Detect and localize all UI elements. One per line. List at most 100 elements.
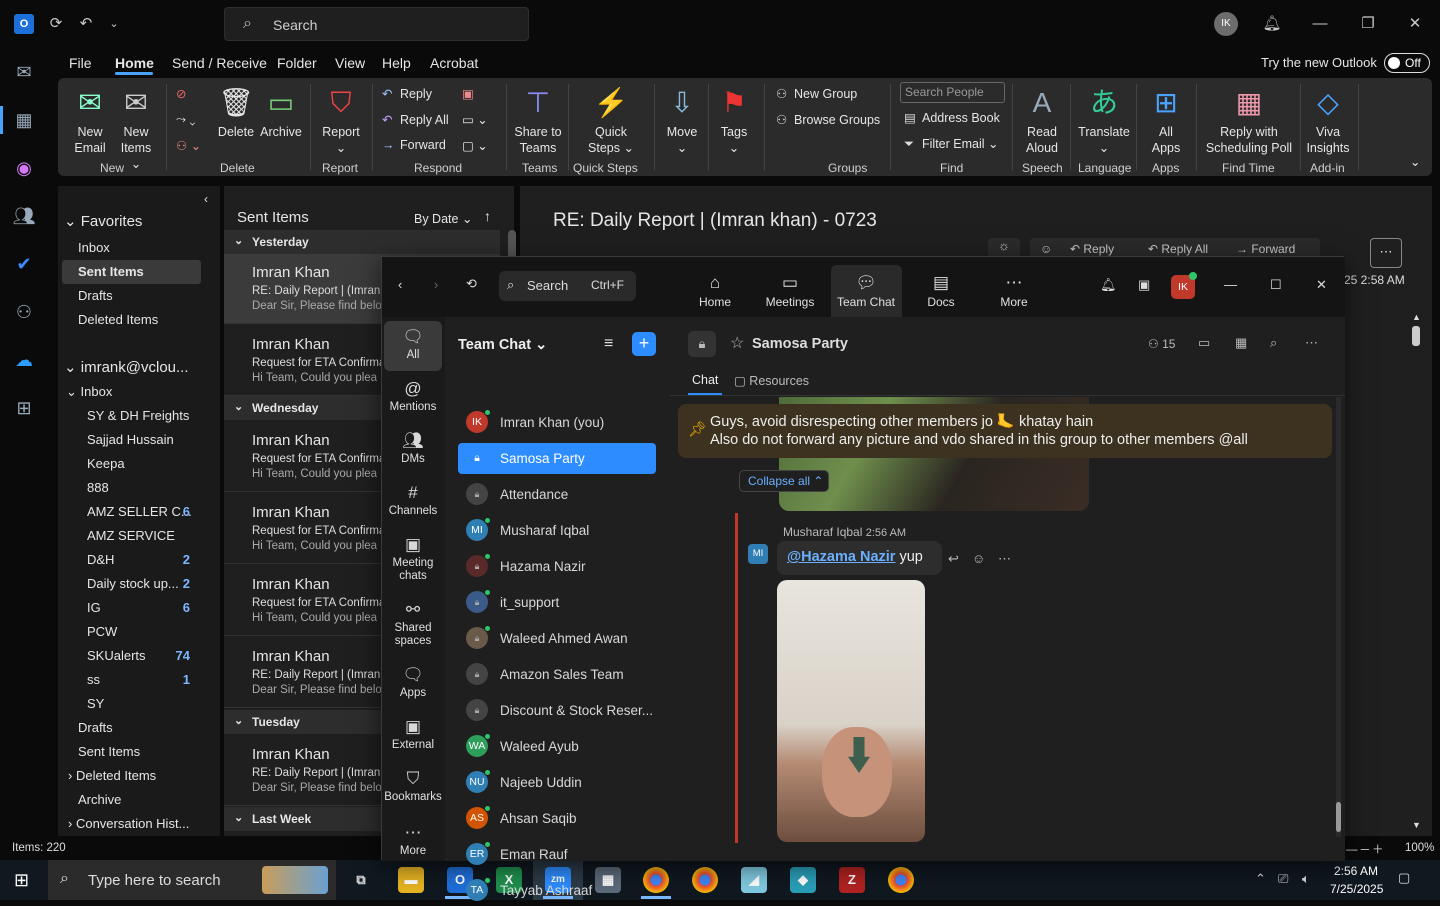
- customize-toolbar-icon[interactable]: ⌄: [104, 14, 124, 34]
- bell-icon[interactable]: 🔔︎: [1100, 277, 1117, 293]
- subfolder-item[interactable]: AMZ SERVICE: [58, 528, 220, 548]
- subfolder-item[interactable]: Daily stock up... 2: [58, 576, 220, 596]
- app-diamond-icon[interactable]: ◆: [790, 867, 816, 893]
- cleanup-icon[interactable]: ⤳ ⌄: [176, 112, 195, 127]
- report-button[interactable]: ⛉ Report ⌄: [318, 84, 364, 156]
- zoom-slider[interactable]: — ─ ＋: [1346, 841, 1384, 857]
- sender-avatar[interactable]: MI: [748, 544, 768, 564]
- subfolder-item[interactable]: IG 6: [58, 600, 220, 620]
- viva-insights-button[interactable]: ◇ Viva Insights: [1306, 84, 1350, 156]
- fav-sent-items[interactable]: Sent Items: [78, 264, 144, 279]
- ribbon-expand-icon[interactable]: ⌄: [1410, 154, 1420, 169]
- subfolder-item[interactable]: D&H 2: [58, 552, 220, 572]
- side-bookmarks[interactable]: ⛉ Bookmarks: [384, 767, 442, 804]
- reading-reply-all-button[interactable]: ↶ Reply All: [1148, 242, 1208, 256]
- all-apps-button[interactable]: ⊞ All Apps: [1144, 84, 1188, 156]
- nav-home[interactable]: ⌂ Home: [681, 273, 749, 309]
- video-call-icon[interactable]: ▭: [1198, 335, 1210, 351]
- minimize-icon[interactable]: —: [1224, 277, 1237, 292]
- reading-scrollbar[interactable]: ▲ ▼: [1410, 312, 1422, 832]
- nav-more[interactable]: ⋯ More: [980, 273, 1048, 309]
- notification-icon[interactable]: ▢: [1398, 870, 1410, 886]
- maximize-icon[interactable]: ❐: [1358, 14, 1378, 34]
- mention-link[interactable]: @Hazama Nazir: [787, 549, 895, 565]
- side-dms[interactable]: 👥︎ DMs: [384, 429, 442, 466]
- side-all[interactable]: 🗨︎ All: [384, 321, 442, 371]
- fav-inbox[interactable]: Inbox: [78, 240, 110, 255]
- search-icon[interactable]: ⌕: [1270, 335, 1277, 351]
- close-icon[interactable]: ✕: [1405, 14, 1425, 34]
- more-icon[interactable]: ⋯: [1305, 335, 1318, 351]
- side-shared-spaces[interactable]: ⚯ Shared spaces: [384, 598, 442, 648]
- im-icon[interactable]: ▭ ⌄: [462, 112, 488, 127]
- scroll-down-icon[interactable]: ▼: [1412, 820, 1421, 830]
- message-more-icon[interactable]: ⋯: [998, 551, 1011, 567]
- clock-date[interactable]: 7/25/2025: [1330, 882, 1383, 896]
- tab-chat[interactable]: Chat: [692, 373, 718, 387]
- channel-title[interactable]: Samosa Party: [752, 336, 848, 352]
- reply-thread-icon[interactable]: ↩: [948, 551, 959, 567]
- tray-chevron-icon[interactable]: ⌃: [1255, 871, 1266, 887]
- org-icon[interactable]: ⚇: [12, 300, 36, 324]
- sync-icon[interactable]: ⟳: [46, 14, 66, 34]
- onedrive-icon[interactable]: ☁: [12, 348, 36, 372]
- tab-folder[interactable]: Folder: [277, 55, 317, 71]
- chat-item[interactable]: 🔒︎ Hazama Nazir: [458, 551, 656, 582]
- new-outlook-toggle[interactable]: Off: [1384, 53, 1430, 73]
- new-chat-button[interactable]: +: [632, 332, 656, 356]
- nav-docs[interactable]: ▤ Docs: [907, 273, 975, 309]
- chat-item[interactable]: TA Tayyab Ashraaf: [458, 875, 656, 906]
- windows-start-icon[interactable]: ⊞: [14, 870, 29, 891]
- group-header-yesterday[interactable]: ⌄ Yesterday: [224, 230, 500, 254]
- delete-button[interactable]: 🗑︎ Delete: [216, 84, 256, 140]
- taskbar-search[interactable]: ⌕ Type here to search: [48, 860, 336, 900]
- browse-groups-button[interactable]: ⚇ Browse Groups: [776, 112, 880, 127]
- subfolder-item[interactable]: 888: [58, 480, 220, 500]
- mail-icon[interactable]: ✉: [12, 60, 36, 84]
- more-respond-icon[interactable]: ▢ ⌄: [462, 138, 488, 153]
- pinned-message-banner[interactable]: 📌︎ Guys, avoid disrespecting other membe…: [678, 404, 1332, 458]
- tab-send-receive[interactable]: Send / Receive: [172, 55, 267, 71]
- sent-items-folder[interactable]: Sent Items: [78, 744, 140, 759]
- search-people-input[interactable]: Search People: [900, 82, 1005, 103]
- minimize-icon[interactable]: —: [1310, 14, 1330, 34]
- sort-dropdown[interactable]: By Date ⌄: [414, 211, 472, 226]
- filezilla-icon[interactable]: Z: [839, 867, 865, 893]
- chat-item[interactable]: WA Waleed Ayub: [458, 731, 656, 762]
- read-aloud-button[interactable]: A Read Aloud: [1020, 84, 1064, 156]
- move-button[interactable]: ⇩ Move ⌄: [662, 84, 702, 156]
- translate-button[interactable]: あ Translate ⌄: [1076, 84, 1132, 156]
- subfolder-item[interactable]: AMZ SELLER C... 6: [58, 504, 220, 524]
- volume-icon[interactable]: 🔈︎: [1302, 871, 1310, 887]
- side-external[interactable]: ▣ External: [384, 715, 442, 752]
- more-actions-icon[interactable]: ⋯: [1370, 238, 1402, 268]
- address-book-button[interactable]: ▤ Address Book: [904, 110, 1000, 125]
- subfolder-item[interactable]: Keepa: [58, 456, 220, 476]
- reply-scheduling-poll-button[interactable]: ▦ Reply with Scheduling Poll: [1202, 84, 1296, 156]
- favorites-header[interactable]: ⌄ Favorites: [64, 212, 142, 230]
- outlook-search-box[interactable]: ⌕ Search: [224, 7, 529, 41]
- chat-item[interactable]: IK Imran Khan (you): [458, 407, 656, 438]
- subfolder-item[interactable]: SKUalerts 74: [58, 648, 220, 668]
- tab-acrobat[interactable]: Acrobat: [430, 55, 478, 71]
- undo-icon[interactable]: ↶: [76, 14, 96, 34]
- subfolder-item[interactable]: SY & DH Freights: [58, 408, 220, 428]
- close-icon[interactable]: ✕: [1316, 277, 1327, 293]
- chat-item[interactable]: 🔒︎ Discount & Stock Reser...: [458, 695, 656, 726]
- task-view-icon[interactable]: ⧉: [348, 867, 374, 893]
- deleted-items-folder[interactable]: › Deleted Items: [68, 768, 156, 783]
- new-group-button[interactable]: ⚇ New Group: [776, 86, 857, 101]
- zoom-search-box[interactable]: ⌕ Search Ctrl+F: [499, 271, 636, 301]
- back-icon[interactable]: ‹: [398, 277, 402, 292]
- account-header[interactable]: ⌄ imrank@vclou...: [64, 358, 189, 376]
- quick-steps-button[interactable]: ⚡ Quick Steps ⌄: [586, 84, 636, 156]
- network-icon[interactable]: ⎚: [1278, 871, 1288, 887]
- tab-resources[interactable]: ▢ Resources: [734, 373, 809, 388]
- chat-item[interactable]: ER Eman Rauf: [458, 839, 656, 870]
- sort-direction-icon[interactable]: ↑: [484, 208, 491, 224]
- file-explorer-icon[interactable]: ▬: [398, 867, 424, 893]
- star-icon[interactable]: ☆: [730, 333, 744, 353]
- chat-item[interactable]: 🔒︎ Amazon Sales Team: [458, 659, 656, 690]
- share-to-teams-button[interactable]: ⊤ Share to Teams: [514, 84, 562, 156]
- chat-item[interactable]: 🔒︎ Waleed Ahmed Awan: [458, 623, 656, 654]
